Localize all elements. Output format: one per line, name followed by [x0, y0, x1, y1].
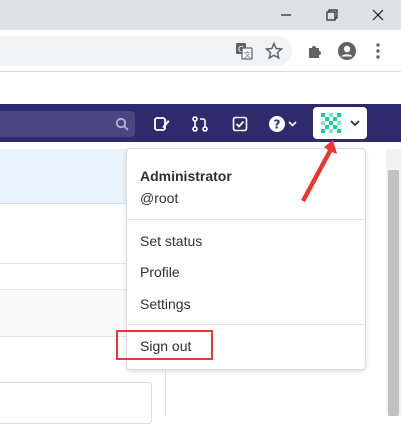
user-display-name: Administrator — [140, 168, 232, 184]
minimize-icon — [281, 14, 291, 16]
profile-icon[interactable] — [335, 39, 359, 63]
search-icon — [115, 117, 129, 131]
search-input[interactable] — [0, 111, 135, 137]
restore-button[interactable] — [310, 0, 354, 30]
help-menu-button[interactable]: ? — [265, 111, 301, 137]
gitlab-avatar-icon — [321, 113, 341, 133]
merge-requests-icon[interactable] — [187, 111, 213, 137]
browser-title-bar — [0, 0, 401, 30]
scrollbar-thumb[interactable] — [388, 170, 399, 416]
user-username: @root — [140, 190, 179, 206]
svg-text:?: ? — [274, 118, 281, 132]
bookmark-star-icon[interactable] — [262, 39, 286, 63]
minimize-button[interactable] — [264, 0, 308, 30]
close-button[interactable] — [356, 0, 400, 30]
svg-text:文: 文 — [244, 50, 251, 59]
annotation-highlight-box — [116, 330, 213, 360]
user-menu-button[interactable] — [313, 107, 367, 139]
help-icon: ? — [269, 116, 297, 132]
annotation-arrow-icon — [301, 140, 337, 202]
menu-separator — [127, 324, 365, 325]
text-field[interactable] — [0, 382, 152, 424]
restore-icon — [326, 9, 338, 21]
set-status-menu-item[interactable]: Set status — [140, 233, 202, 249]
translate-icon[interactable]: G 文 — [232, 39, 256, 63]
settings-menu-item[interactable]: Settings — [140, 296, 191, 312]
profile-menu-item[interactable]: Profile — [140, 264, 180, 280]
issues-icon[interactable] — [149, 111, 175, 137]
browser-toolbar: G 文 — [0, 30, 401, 72]
menu-icon[interactable] — [366, 39, 390, 63]
chevron-down-icon — [350, 120, 360, 127]
menu-separator — [127, 219, 365, 220]
extensions-icon[interactable] — [303, 39, 327, 63]
todos-icon[interactable] — [227, 111, 253, 137]
close-icon — [372, 9, 384, 21]
